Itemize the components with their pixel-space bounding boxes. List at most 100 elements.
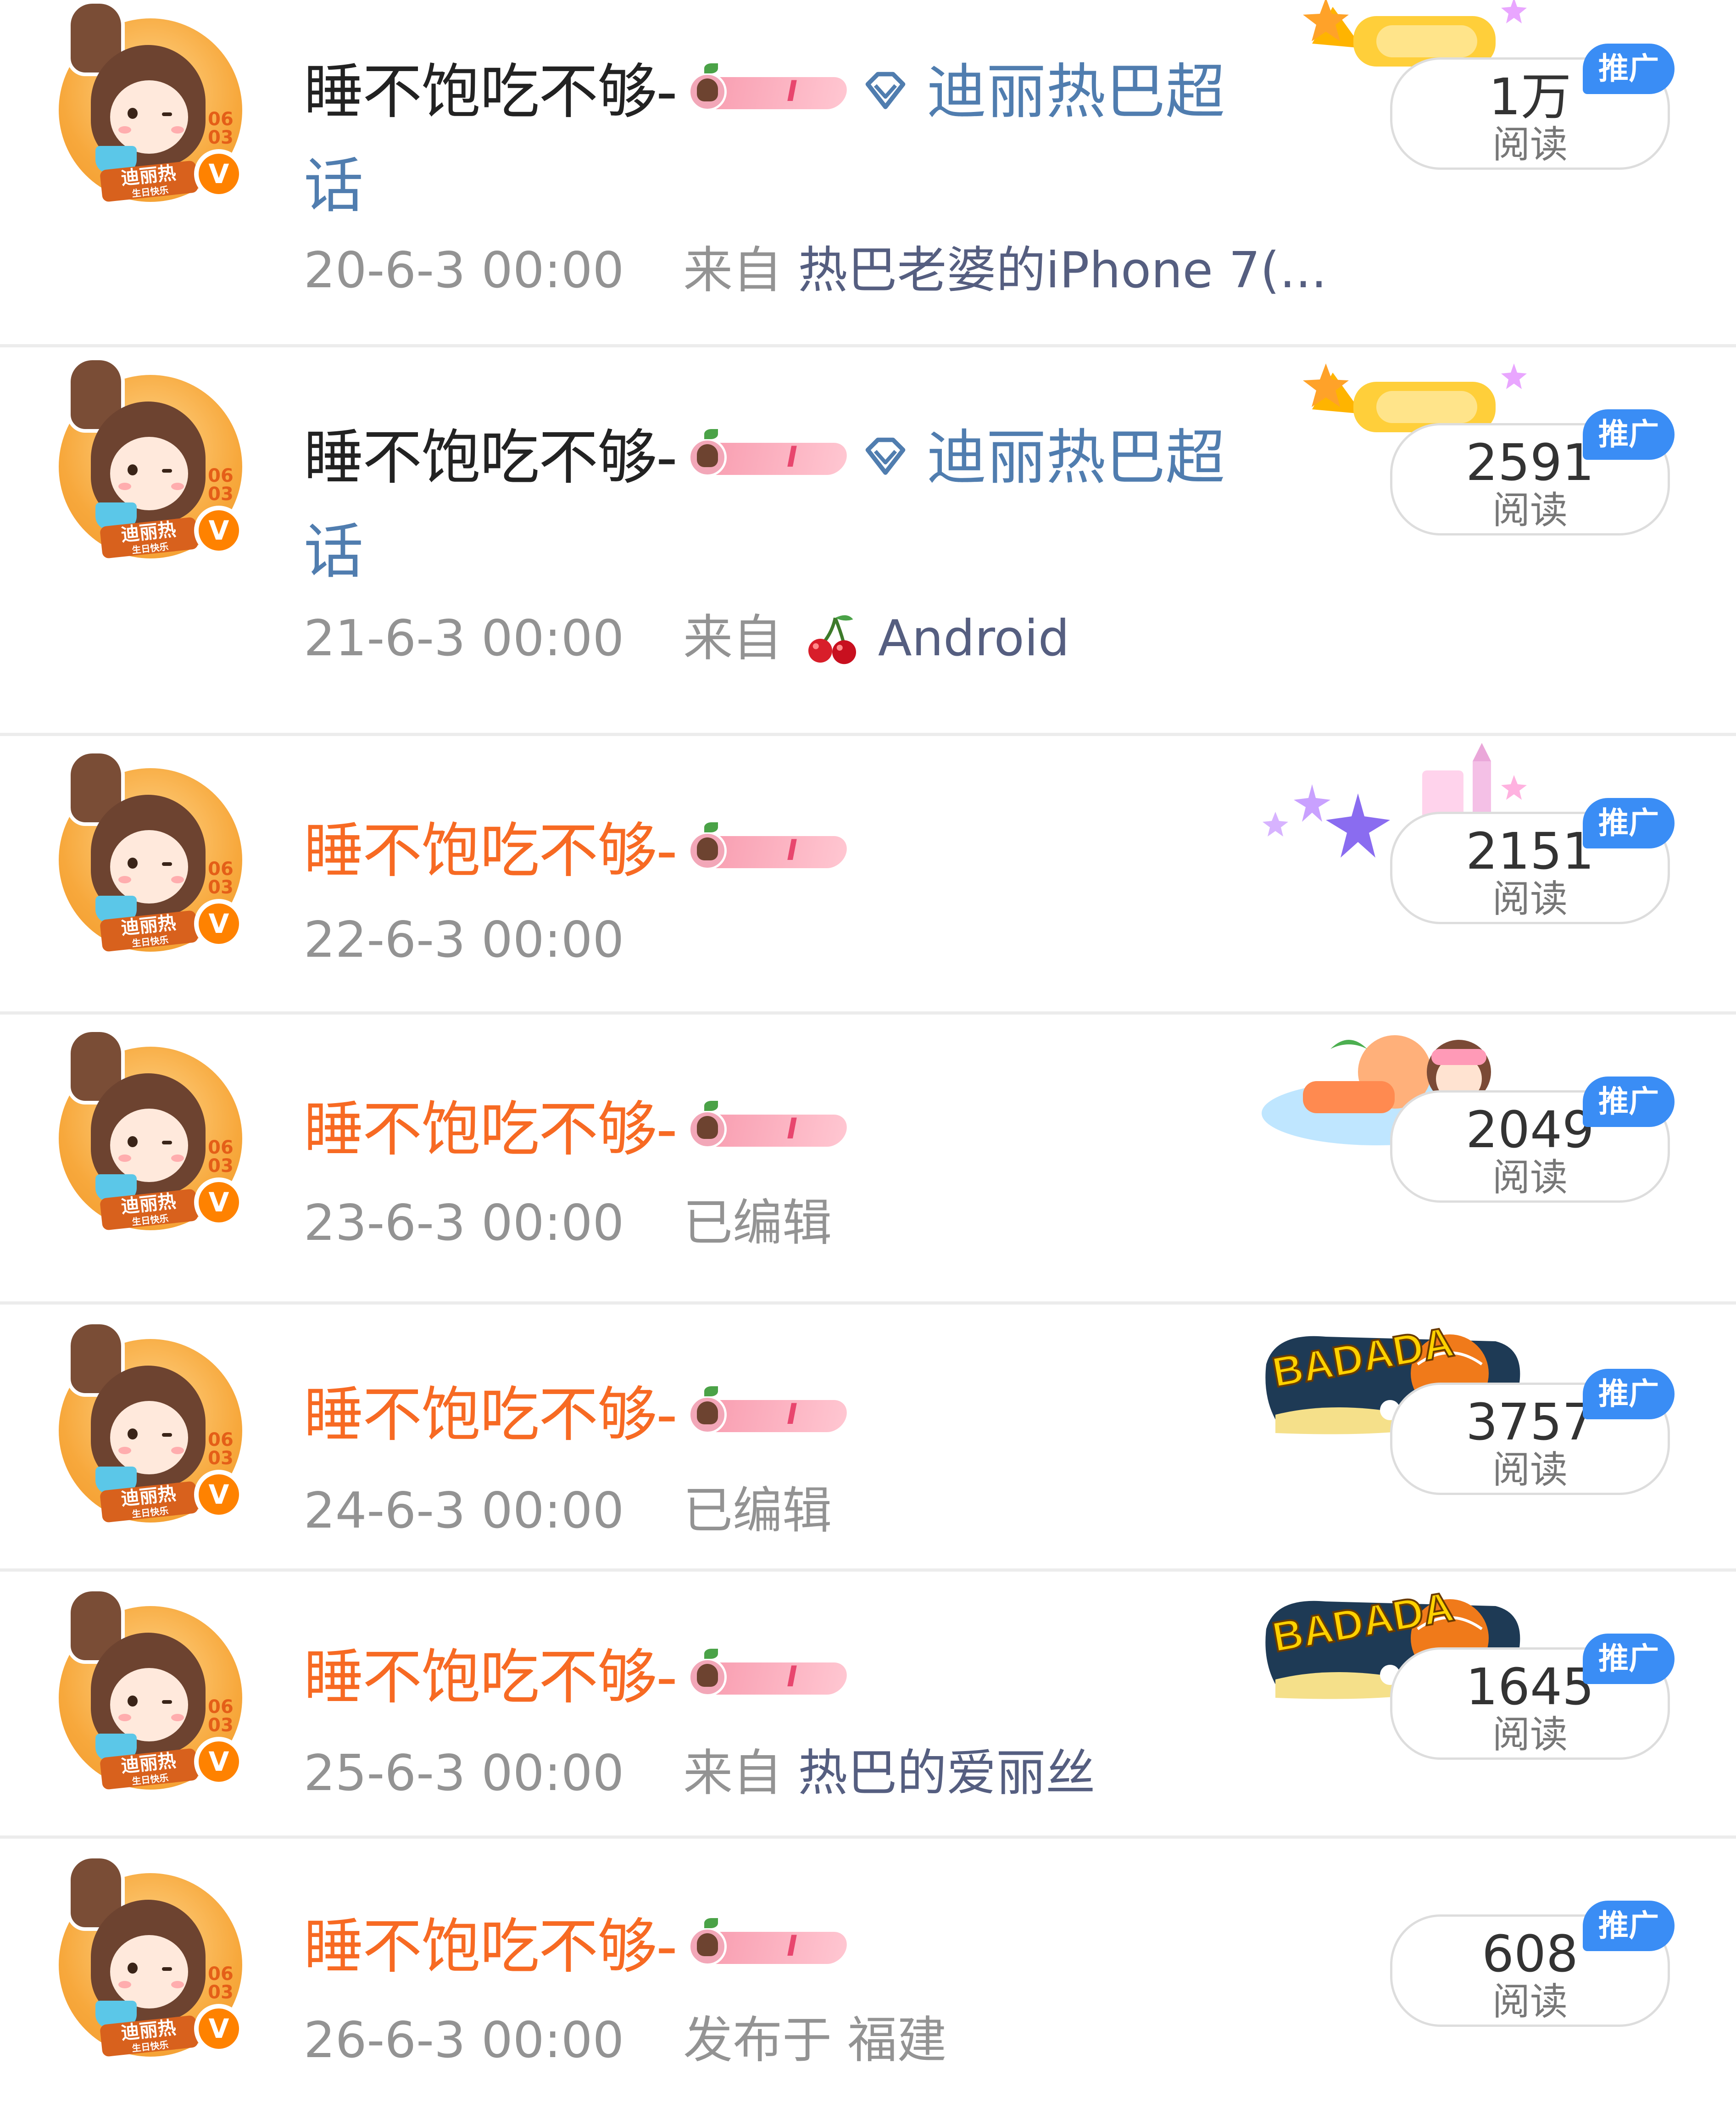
post-timestamp: 22-6-3 00:00	[304, 911, 624, 969]
member-level-label: I	[787, 833, 798, 867]
leaf-icon	[704, 429, 718, 439]
super-topic-link-wrap[interactable]: 话	[304, 151, 363, 220]
avatar-cheek	[171, 483, 184, 490]
post-header-line: 睡不饱吃不够- I 迪丽热巴超	[304, 57, 1225, 126]
super-topic-link-wrap[interactable]: 话	[304, 517, 363, 586]
location-label[interactable]: 福建	[847, 2012, 946, 2069]
super-topic-link[interactable]: 迪丽热巴超	[927, 57, 1225, 126]
avatar-face	[110, 830, 188, 904]
reads-widget[interactable]: 2591 阅读 推广	[1303, 363, 1675, 536]
feed-post[interactable]: 06 03 迪丽热 生日快乐 V 睡不饱吃不够- I 迪丽热巴超	[0, 0, 1736, 344]
post-timestamp: 21-6-3 00:00	[304, 610, 624, 667]
verified-v-icon: V	[194, 506, 244, 555]
post-timestamp: 20-6-3 00:00	[304, 242, 624, 299]
username-link[interactable]: 睡不饱吃不够-	[304, 423, 678, 492]
reads-label: 阅读	[1492, 1980, 1568, 2024]
promo-badge[interactable]: 推广	[1583, 1077, 1675, 1127]
feed-post[interactable]: 06 03 迪丽热 生日快乐 V 睡不饱吃不够- I 25-6-3 00:00 来…	[0, 1572, 1736, 1835]
feed-post[interactable]: 06 03 迪丽热 生日快乐 V 睡不饱吃不够- I 迪丽热巴超	[0, 347, 1736, 733]
reads-widget[interactable]: 2151 阅读 推广	[1263, 743, 1675, 924]
post-divider	[0, 733, 1736, 736]
member-badge[interactable]: I	[684, 1101, 850, 1152]
post-timestamp: 26-6-3 00:00	[304, 2012, 624, 2069]
member-badge[interactable]: I	[684, 822, 850, 874]
user-avatar[interactable]: 06 03 迪丽热 生日快乐 V	[59, 1855, 244, 2057]
diamond-icon	[860, 67, 911, 117]
avatar-date-badge: 06 03	[208, 1429, 234, 1469]
user-avatar[interactable]: 06 03 迪丽热 生日快乐 V	[59, 1028, 244, 1231]
leaf-icon	[704, 63, 718, 73]
username-link[interactable]: 睡不饱吃不够-	[304, 1643, 678, 1712]
source-link[interactable]: 热巴老婆的iPhone 7(...	[798, 242, 1327, 299]
username-link[interactable]: 睡不饱吃不够-	[304, 57, 678, 126]
user-avatar[interactable]: 06 03 迪丽热 生日快乐 V	[59, 1321, 244, 1523]
member-doll-icon	[688, 1658, 727, 1696]
post-divider	[0, 1301, 1736, 1305]
member-badge[interactable]: I	[684, 1649, 850, 1700]
reads-widget[interactable]: 608 阅读 推广	[1390, 1901, 1675, 2027]
avatar-cheek	[118, 1714, 131, 1721]
reads-widget[interactable]: 1万 阅读 推广	[1303, 0, 1675, 170]
promo-badge[interactable]: 推广	[1583, 1369, 1675, 1419]
leaf-icon	[704, 1101, 718, 1111]
user-avatar[interactable]: 06 03 迪丽热 生日快乐 V	[59, 357, 244, 559]
feed-post[interactable]: 06 03 迪丽热 生日快乐 V 睡不饱吃不够- I 24-6-3 00:00 已…	[0, 1305, 1736, 1568]
promo-badge[interactable]: 推广	[1583, 1634, 1675, 1684]
reads-label: 阅读	[1492, 489, 1568, 532]
post-timestamp: 25-6-3 00:00	[304, 1745, 624, 1802]
avatar-date-badge: 06 03	[208, 859, 234, 898]
avatar-eye-wink	[162, 1433, 172, 1437]
reads-widget[interactable]: 2049 阅读 推广	[1262, 1035, 1675, 1203]
reads-widget[interactable]: BADADA 3757 阅读 推广	[1265, 1317, 1675, 1495]
source-link[interactable]: Android	[878, 610, 1070, 667]
reads-widget[interactable]: BADADA 1645 阅读 推广	[1265, 1582, 1675, 1760]
post-divider	[0, 344, 1736, 347]
username-link[interactable]: 睡不饱吃不够-	[304, 1380, 678, 1449]
avatar-date-badge: 06 03	[208, 1137, 234, 1177]
verified-v-icon: V	[194, 2004, 244, 2053]
source-link[interactable]: 热巴的爱丽丝	[798, 1745, 1095, 1802]
leaf-icon	[704, 1918, 718, 1928]
member-badge[interactable]: I	[684, 63, 850, 115]
cherry-icon	[802, 609, 862, 669]
feed-post[interactable]: 06 03 迪丽热 生日快乐 V 睡不饱吃不够- I 23-6-3 00:00 已…	[0, 1015, 1736, 1301]
avatar-cheek	[171, 1447, 184, 1454]
avatar-eye	[128, 858, 138, 869]
promo-badge[interactable]: 推广	[1583, 409, 1675, 460]
promo-badge[interactable]: 推广	[1583, 1901, 1675, 1951]
post-timestamp: 23-6-3 00:00	[304, 1194, 624, 1252]
username-link[interactable]: 睡不饱吃不够-	[304, 1095, 678, 1164]
user-avatar[interactable]: 06 03 迪丽热 生日快乐 V	[59, 750, 244, 952]
edited-label: 已编辑	[683, 1482, 832, 1540]
feed-post[interactable]: 06 03 迪丽热 生日快乐 V 睡不饱吃不够- I 26-6-3 00:00 发…	[0, 1839, 1736, 2103]
location-prefix: 发布于	[683, 2012, 848, 2069]
user-avatar[interactable]: 06 03 迪丽热 生日快乐 V	[59, 0, 244, 202]
verified-v-icon: V	[194, 149, 244, 199]
avatar-cheek	[118, 1447, 131, 1454]
reads-label: 阅读	[1492, 1448, 1568, 1492]
avatar-date-badge: 06 03	[208, 109, 234, 148]
username-link[interactable]: 睡不饱吃不够-	[304, 1912, 678, 1981]
username-link[interactable]: 睡不饱吃不够-	[304, 816, 678, 885]
member-doll-icon	[688, 831, 727, 870]
avatar-eye	[128, 1428, 138, 1439]
leaf-icon	[704, 1386, 718, 1396]
member-badge[interactable]: I	[684, 1918, 850, 1969]
promo-badge[interactable]: 推广	[1583, 44, 1675, 94]
avatar-eye-wink	[162, 862, 172, 866]
post-meta: 22-6-3 00:00	[304, 910, 624, 970]
post-meta: 21-6-3 00:00 来自 Android	[304, 609, 1069, 669]
post-meta: 20-6-3 00:00 来自 热巴老婆的iPhone 7(...	[304, 241, 1327, 301]
verified-v-icon: V	[194, 1177, 244, 1227]
avatar-eye	[128, 108, 138, 119]
super-topic-link[interactable]: 迪丽热巴超	[927, 423, 1225, 492]
member-badge[interactable]: I	[684, 1386, 850, 1438]
member-doll-icon	[688, 438, 727, 477]
reads-label: 阅读	[1492, 877, 1568, 921]
user-avatar[interactable]: 06 03 迪丽热 生日快乐 V	[59, 1588, 244, 1790]
promo-badge[interactable]: 推广	[1583, 798, 1675, 848]
verified-v-icon: V	[194, 1470, 244, 1519]
member-badge[interactable]: I	[684, 429, 850, 480]
feed-post[interactable]: 0603 迪丽热 生日快乐 V 睡不饱吃不够- I 22-6-3 00:00	[0, 736, 1736, 1011]
leaf-icon	[704, 1649, 718, 1659]
